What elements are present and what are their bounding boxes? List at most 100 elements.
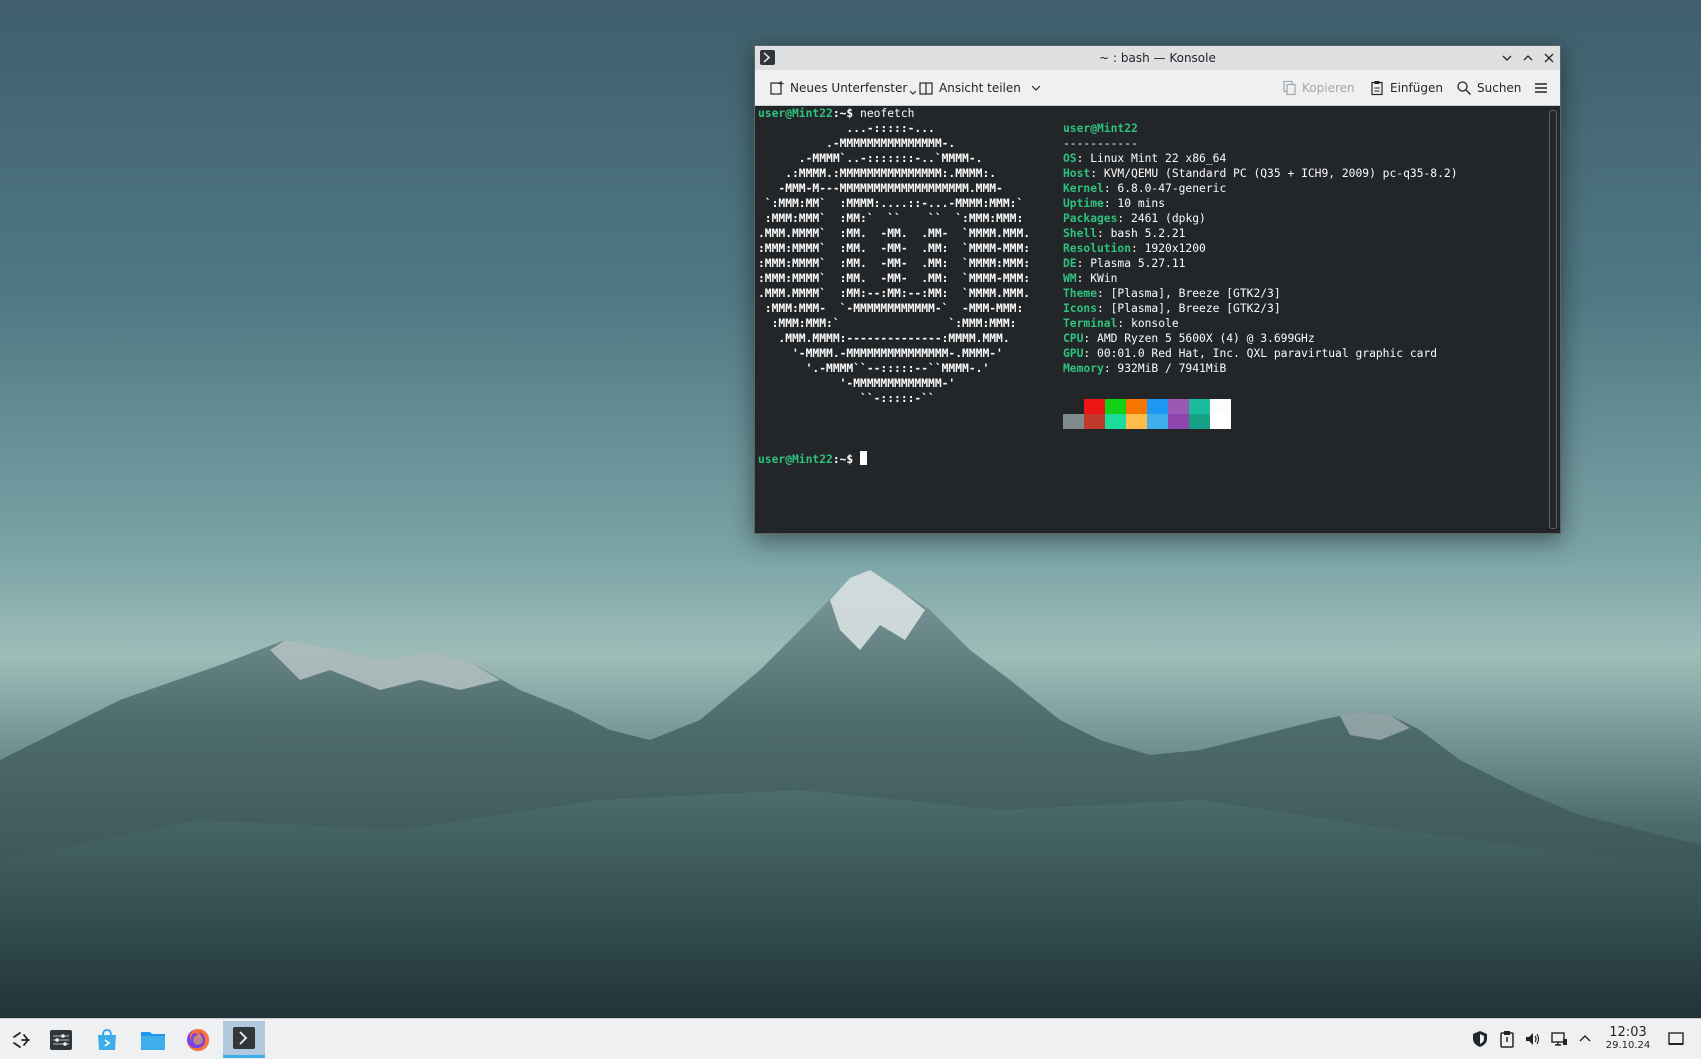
- info-key: Terminal: [1063, 317, 1118, 330]
- ascii-logo-line: :MMM:MMM:` `:MMM:MMM:: [758, 317, 1017, 330]
- minimize-button[interactable]: [1498, 49, 1516, 67]
- split-view-label: Ansicht teilen: [939, 81, 1021, 95]
- show-desktop-button[interactable]: [1667, 1030, 1685, 1048]
- speaker-icon: [1526, 1033, 1540, 1045]
- info-key: Theme: [1063, 287, 1098, 300]
- file-manager-task[interactable]: [132, 1021, 174, 1058]
- info-value: 932MiB / 7941MiB: [1117, 362, 1227, 375]
- close-icon: [1544, 53, 1554, 63]
- neofetch-info: user@Mint22 ----------- OS: Linux Mint 2…: [1063, 121, 1458, 376]
- hamburger-menu-button[interactable]: [1533, 78, 1549, 98]
- info-separator: -----------: [1063, 137, 1138, 150]
- system-settings-task[interactable]: [40, 1021, 82, 1058]
- network-wired-icon: [1551, 1032, 1567, 1046]
- info-value: bash 5.2.21: [1110, 227, 1186, 240]
- copy-button[interactable]: Kopieren: [1281, 78, 1355, 98]
- color-swatch: [1210, 414, 1231, 429]
- color-swatch: [1105, 414, 1126, 429]
- application-launcher-button[interactable]: [0, 1021, 42, 1058]
- color-swatch: [1168, 414, 1189, 429]
- info-colon: :: [1117, 212, 1132, 225]
- info-value: 10 mins: [1117, 197, 1166, 210]
- info-colon: :: [1076, 257, 1091, 270]
- info-row: Uptime: 10 mins: [1063, 197, 1165, 210]
- new-tab-button[interactable]: Neues Unterfenster: [769, 78, 917, 98]
- info-colon: :: [1083, 347, 1098, 360]
- window-titlebar[interactable]: ~ : bash — Konsole: [755, 46, 1560, 70]
- chevron-up-icon: [1579, 1035, 1591, 1042]
- info-value: konsole: [1131, 317, 1179, 330]
- clock-date: 29.10.24: [1605, 1040, 1651, 1051]
- info-row: Theme: [Plasma], Breeze [GTK2/3]: [1063, 287, 1281, 300]
- volume-tray[interactable]: [1524, 1030, 1542, 1048]
- color-swatch: [1063, 399, 1084, 414]
- info-key: Icons: [1063, 302, 1098, 315]
- info-key: CPU: [1063, 332, 1084, 345]
- digital-clock[interactable]: 12:03 29.10.24: [1600, 1025, 1656, 1052]
- color-swatch: [1210, 399, 1231, 414]
- info-colon: :: [1131, 242, 1145, 255]
- ascii-logo-line: :MMM:MMMM` :MM. -MM- .MM: `MMMM:MMM:: [758, 257, 1031, 270]
- info-colon: :: [1083, 332, 1098, 345]
- konsole-task[interactable]: [223, 1021, 265, 1058]
- ascii-logo-line: :MMM:MMM- `-MMMMMMMMMMMM-` -MMM-MMM:: [758, 302, 1024, 315]
- info-colon: :: [1097, 287, 1111, 300]
- neofetch-ascii-logo: ...-:::::-... .-MMMMMMMMMMMMMMM-. .-MMMM…: [758, 122, 1030, 405]
- text-cursor: [860, 451, 868, 465]
- ascii-logo-line: ``-:::::-``: [758, 392, 935, 405]
- prompt-suffix: :~$: [832, 453, 861, 466]
- maximize-button[interactable]: [1519, 49, 1537, 67]
- info-row: OS: Linux Mint 22 x86_64: [1063, 152, 1226, 165]
- taskbar: 12:03 29.10.24: [0, 1018, 1701, 1059]
- color-swatch: [1189, 399, 1210, 414]
- info-user: user@Mint22: [1063, 122, 1138, 135]
- info-value: Linux Mint 22 x86_64: [1090, 152, 1227, 165]
- network-tray[interactable]: [1550, 1030, 1568, 1048]
- application-launcher-icon: [13, 1031, 30, 1048]
- ascii-logo-line: '-MMMMMMMMMMMMM-': [758, 377, 956, 390]
- info-key: OS: [1063, 152, 1077, 165]
- search-label: Suchen: [1477, 81, 1522, 95]
- paste-icon: [1371, 81, 1383, 96]
- terminal-scrollbar[interactable]: [1549, 110, 1557, 529]
- window-title: ~ : bash — Konsole: [1099, 51, 1216, 65]
- info-colon: :: [1076, 272, 1091, 285]
- chevron-down-icon: [1502, 55, 1512, 61]
- copy-label: Kopieren: [1302, 81, 1355, 95]
- tray-expand-button[interactable]: [1576, 1030, 1594, 1048]
- dropdown-corner-icon: [910, 90, 917, 95]
- discover-icon: [98, 1028, 116, 1050]
- ascii-logo-line: .:MMMM.:MMMMMMMMMMMMMMM:.MMMM:.: [758, 167, 997, 180]
- paste-button[interactable]: Einfügen: [1369, 78, 1443, 98]
- search-button[interactable]: Suchen: [1456, 78, 1521, 98]
- split-view-icon: [919, 82, 933, 95]
- info-value: [Plasma], Breeze [GTK2/3]: [1110, 302, 1281, 315]
- info-value: 1920x1200: [1144, 242, 1206, 255]
- terminal-area[interactable]: user@Mint22:~$ neofetch ...-:::::-... .-…: [755, 106, 1560, 533]
- info-key: WM: [1063, 272, 1077, 285]
- clipboard-tray[interactable]: [1498, 1030, 1516, 1048]
- ascii-logo-line: `:MMM:MM` :MMMM:....::-...-MMMM:MMM:`: [758, 197, 1024, 210]
- info-colon: :: [1076, 152, 1091, 165]
- close-button[interactable]: [1540, 49, 1558, 67]
- info-colon: :: [1097, 227, 1111, 240]
- system-settings-icon: [50, 1029, 72, 1050]
- info-row: Resolution: 1920x1200: [1063, 242, 1206, 255]
- info-row: Shell: bash 5.2.21: [1063, 227, 1185, 240]
- color-swatch: [1147, 414, 1168, 429]
- security-tray[interactable]: [1471, 1030, 1489, 1048]
- discover-task[interactable]: [86, 1021, 128, 1058]
- konsole-window[interactable]: ~ : bash — Konsole Neues Unterfenster An…: [754, 45, 1561, 534]
- firefox-task[interactable]: [177, 1021, 219, 1058]
- info-row: DE: Plasma 5.27.11: [1063, 257, 1185, 270]
- info-row: Packages: 2461 (dpkg): [1063, 212, 1206, 225]
- info-key: Kernel: [1063, 182, 1104, 195]
- split-view-button[interactable]: Ansicht teilen: [918, 78, 1042, 98]
- new-tab-icon: [770, 81, 784, 95]
- prompt-user: user@Mint22: [758, 453, 833, 466]
- prompt-suffix: :~$: [832, 107, 861, 120]
- info-value: KWin: [1090, 272, 1118, 285]
- ascii-logo-line: -MMM-M---MMMMMMMMMMMMMMMMMMM.MMM-: [758, 182, 1003, 195]
- terminal-output: user@Mint22:~$ neofetch ...-:::::-... .-…: [758, 106, 1030, 406]
- konsole-toolbar: Neues Unterfenster Ansicht teilen Kopier…: [755, 70, 1560, 106]
